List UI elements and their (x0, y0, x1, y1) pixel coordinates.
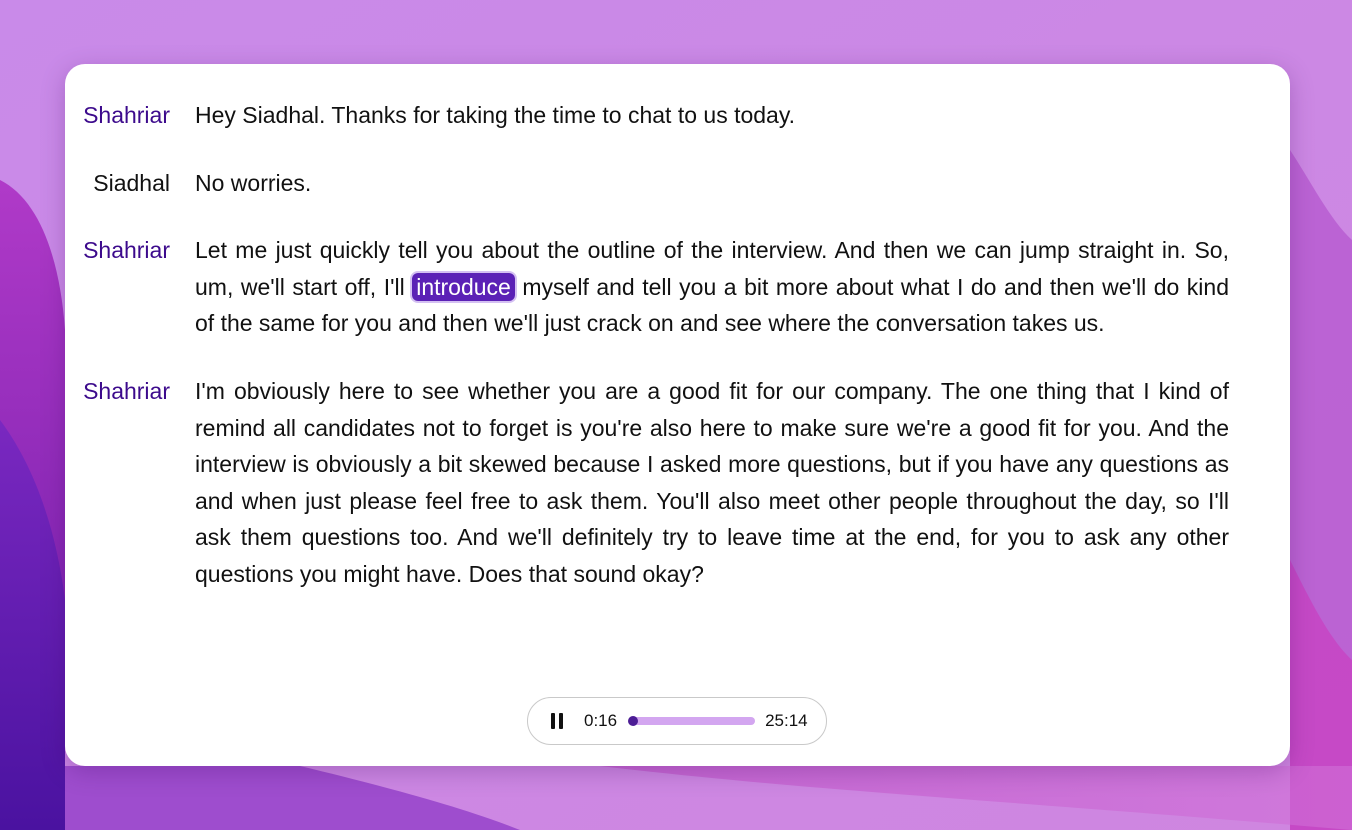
speaker-name: Siadhal (93, 169, 170, 196)
progress-track[interactable] (628, 716, 756, 726)
audio-player: 0:16 25:14 (527, 697, 827, 745)
transcript-card: Shahriar Hey Siadhal. Thanks for taking … (65, 64, 1290, 766)
speaker-name: Shahriar (83, 377, 170, 404)
utterance-text: I'm obviously here to see whether you ar… (195, 377, 1229, 587)
elapsed-time: 0:16 (584, 711, 618, 730)
utterance-text: Let me just quickly tell you about the o… (195, 232, 1229, 342)
progress-thumb[interactable] (628, 716, 639, 726)
transcript-turn: Siadhal No worries. (65, 165, 1290, 202)
transcript-turn: Shahriar Let me just quickly tell you ab… (65, 232, 1290, 342)
utterance-text: Hey Siadhal. Thanks for taking the time … (195, 102, 796, 128)
speaker-name: Shahriar (83, 237, 170, 264)
total-duration: 25:14 (765, 711, 808, 730)
speaker-name: Shahriar (83, 102, 170, 128)
pause-button[interactable] (544, 708, 570, 734)
pause-icon (551, 713, 563, 729)
transcript-turn: Shahriar Hey Siadhal. Thanks for taking … (65, 97, 1290, 134)
utterance-text: No worries. (195, 169, 312, 196)
transcript-turn: Shahriar I'm obviously here to see wheth… (65, 373, 1290, 593)
transcript: Shahriar Hey Siadhal. Thanks for taking … (65, 64, 1290, 624)
current-word-highlight[interactable]: introduce (412, 272, 515, 301)
